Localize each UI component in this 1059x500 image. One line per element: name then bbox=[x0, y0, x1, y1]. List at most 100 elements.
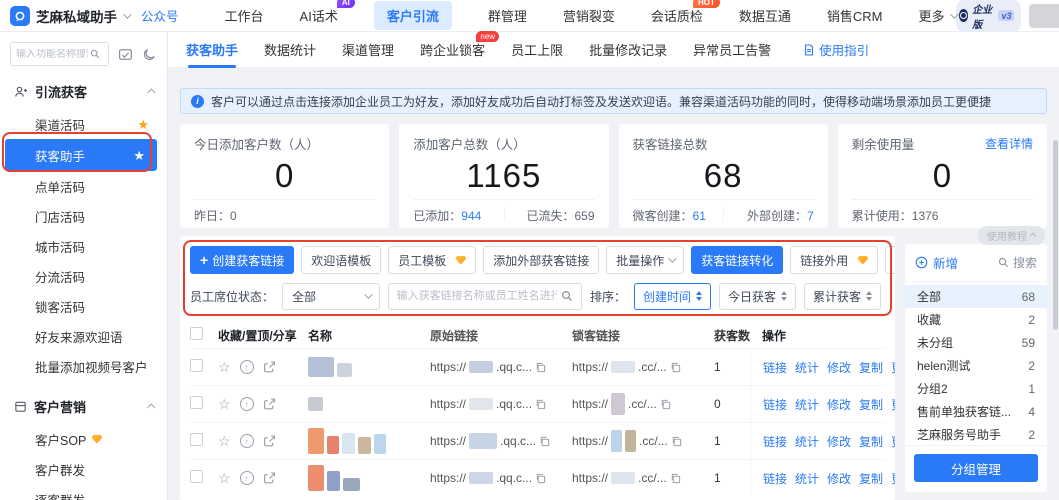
action-edit[interactable]: 修改 bbox=[827, 470, 851, 487]
action-stats[interactable]: 统计 bbox=[795, 359, 819, 376]
group-item-group2[interactable]: 分组21 bbox=[905, 377, 1047, 400]
action-copy[interactable]: 复制 bbox=[859, 433, 883, 450]
action-stats[interactable]: 统计 bbox=[795, 433, 819, 450]
sidebar-item-video-batch[interactable]: 批量添加视频号客户 bbox=[0, 351, 167, 381]
nav-sales-crm[interactable]: 销售CRM bbox=[827, 6, 883, 25]
quick-entry-icon[interactable] bbox=[118, 47, 133, 62]
add-external-link-button[interactable]: 添加外部获客链接 bbox=[483, 246, 599, 274]
action-copy[interactable]: 复制 bbox=[859, 396, 883, 413]
copy-icon[interactable] bbox=[539, 436, 550, 447]
tab-data-statistics[interactable]: 数据统计 bbox=[264, 40, 316, 59]
copy-icon[interactable] bbox=[670, 362, 681, 373]
row-checkbox[interactable] bbox=[190, 396, 203, 409]
staff-template-button[interactable]: 员工模板 bbox=[388, 246, 476, 274]
wechat-created-count[interactable]: 61 bbox=[693, 209, 706, 223]
action-copy[interactable]: 复制 bbox=[859, 470, 883, 487]
copy-icon[interactable] bbox=[535, 399, 546, 410]
pin-top-icon[interactable]: ↑ bbox=[240, 434, 254, 448]
group-item-presales[interactable]: 售前单独获客链...4 bbox=[905, 400, 1047, 423]
nav-ai-script[interactable]: AI话术AI bbox=[300, 6, 338, 25]
create-link-button[interactable]: +创建获客链接 bbox=[190, 246, 294, 274]
sidebar-item-channel-qr[interactable]: 渠道活码★ bbox=[0, 109, 167, 139]
tab-staff-limit[interactable]: 员工上限 bbox=[511, 40, 563, 59]
link-external-use-button[interactable]: 链接外用 bbox=[790, 246, 878, 274]
group-item-all[interactable]: 全部68 bbox=[905, 285, 1047, 308]
favorite-star-icon[interactable]: ☆ bbox=[218, 360, 231, 374]
action-copy[interactable]: 复制 bbox=[859, 359, 883, 376]
group-search-button[interactable]: 搜索 bbox=[998, 254, 1037, 271]
share-icon[interactable] bbox=[263, 398, 276, 411]
copy-icon[interactable] bbox=[535, 473, 546, 484]
action-link[interactable]: 链接 bbox=[763, 396, 787, 413]
view-details-link[interactable]: 查看详情 bbox=[985, 135, 1033, 152]
star-icon[interactable]: ★ bbox=[137, 118, 149, 131]
action-stats[interactable]: 统计 bbox=[795, 396, 819, 413]
sidebar-item-store-qr[interactable]: 门店活码 bbox=[0, 201, 167, 231]
added-count[interactable]: 944 bbox=[461, 209, 481, 223]
favorite-star-icon[interactable]: ☆ bbox=[218, 434, 231, 448]
group-item-service-assistant[interactable]: 芝麻服务号助手2 bbox=[905, 423, 1047, 445]
action-edit[interactable]: 修改 bbox=[827, 433, 851, 450]
moon-icon[interactable] bbox=[142, 47, 157, 62]
sidebar-item-split-qr[interactable]: 分流活码 bbox=[0, 261, 167, 291]
welcome-template-button[interactable]: 欢迎语模板 bbox=[301, 246, 381, 274]
link-search[interactable] bbox=[388, 283, 582, 310]
action-more[interactable]: 更多 bbox=[891, 470, 895, 487]
sidebar-section-marketing[interactable]: 客户营销 bbox=[0, 381, 167, 424]
share-icon[interactable] bbox=[263, 472, 276, 485]
share-metrics-button[interactable]: 分享指标 bbox=[885, 246, 895, 274]
action-edit[interactable]: 修改 bbox=[827, 359, 851, 376]
row-checkbox[interactable] bbox=[190, 433, 203, 446]
copy-icon[interactable] bbox=[671, 436, 682, 447]
sort-by-total[interactable]: 累计获客 bbox=[804, 283, 881, 310]
sidebar-item-lock-qr[interactable]: 锁客活码 bbox=[0, 291, 167, 321]
action-link[interactable]: 链接 bbox=[763, 359, 787, 376]
tab-cross-enterprise-lock[interactable]: 跨企业锁客new bbox=[420, 40, 485, 59]
select-all-checkbox[interactable] bbox=[190, 327, 203, 340]
usage-guide-link[interactable]: 使用指引 bbox=[803, 40, 869, 59]
plan-badge[interactable]: 企业版 v3 bbox=[956, 0, 1022, 33]
nav-customer-acquisition[interactable]: 客户引流 bbox=[374, 1, 452, 30]
tab-batch-modify-log[interactable]: 批量修改记录 bbox=[589, 40, 667, 59]
tab-channel-management[interactable]: 渠道管理 bbox=[342, 40, 394, 59]
add-group-button[interactable]: 新增 bbox=[915, 253, 958, 272]
nav-workbench[interactable]: 工作台 bbox=[225, 6, 264, 25]
action-link[interactable]: 链接 bbox=[763, 433, 787, 450]
sidebar-item-acquisition-assistant[interactable]: 获客助手★ bbox=[5, 139, 157, 171]
sidebar-search[interactable] bbox=[10, 42, 109, 66]
batch-operations-button[interactable]: 批量操作 bbox=[606, 246, 684, 274]
sidebar-search-input[interactable] bbox=[16, 49, 88, 60]
sidebar-item-customer-mass-send[interactable]: 客户群发 bbox=[0, 454, 167, 484]
sidebar-item-friend-welcome[interactable]: 好友来源欢迎语 bbox=[0, 321, 167, 351]
copy-icon[interactable] bbox=[660, 399, 671, 410]
pin-top-icon[interactable]: ↑ bbox=[240, 471, 254, 485]
nav-chat-inspection[interactable]: 会话质检HOT bbox=[651, 6, 703, 25]
copy-icon[interactable] bbox=[670, 473, 681, 484]
sidebar-item-order-qr[interactable]: 点单活码 bbox=[0, 171, 167, 201]
group-item-helen-test[interactable]: helen测试2 bbox=[905, 354, 1047, 377]
brand[interactable]: 芝麻私域助手 bbox=[10, 6, 129, 26]
pin-top-icon[interactable]: ↑ bbox=[240, 397, 254, 411]
pin-top-icon[interactable]: ↑ bbox=[240, 360, 254, 374]
star-icon[interactable]: ★ bbox=[133, 149, 145, 162]
share-icon[interactable] bbox=[263, 361, 276, 374]
action-edit[interactable]: 修改 bbox=[827, 396, 851, 413]
tab-abnormal-staff-alert[interactable]: 异常员工告警 bbox=[693, 40, 771, 59]
favorite-star-icon[interactable]: ☆ bbox=[218, 397, 231, 411]
manage-groups-button[interactable]: 分组管理 bbox=[914, 454, 1038, 482]
sidebar-item-chase-mass-send[interactable]: 逐客群发 bbox=[0, 484, 167, 500]
copy-icon[interactable] bbox=[535, 362, 546, 373]
sidebar-item-customer-sop[interactable]: 客户SOP bbox=[0, 424, 167, 454]
group-item-favorites[interactable]: 收藏2 bbox=[905, 308, 1047, 331]
sort-by-create-time[interactable]: 创建时间 bbox=[634, 283, 711, 310]
tab-acquisition-assistant[interactable]: 获客助手 bbox=[186, 40, 238, 59]
nav-data-interchange[interactable]: 数据互通 bbox=[739, 6, 791, 25]
favorite-star-icon[interactable]: ☆ bbox=[218, 471, 231, 485]
link-search-input[interactable] bbox=[397, 290, 557, 302]
action-stats[interactable]: 统计 bbox=[795, 470, 819, 487]
sidebar-item-city-qr[interactable]: 城市活码 bbox=[0, 231, 167, 261]
nav-group-management[interactable]: 群管理 bbox=[488, 6, 527, 25]
action-link[interactable]: 链接 bbox=[763, 470, 787, 487]
sort-by-today[interactable]: 今日获客 bbox=[719, 283, 796, 310]
tutorial-collapse-pill[interactable]: 使用教程 bbox=[978, 226, 1045, 245]
